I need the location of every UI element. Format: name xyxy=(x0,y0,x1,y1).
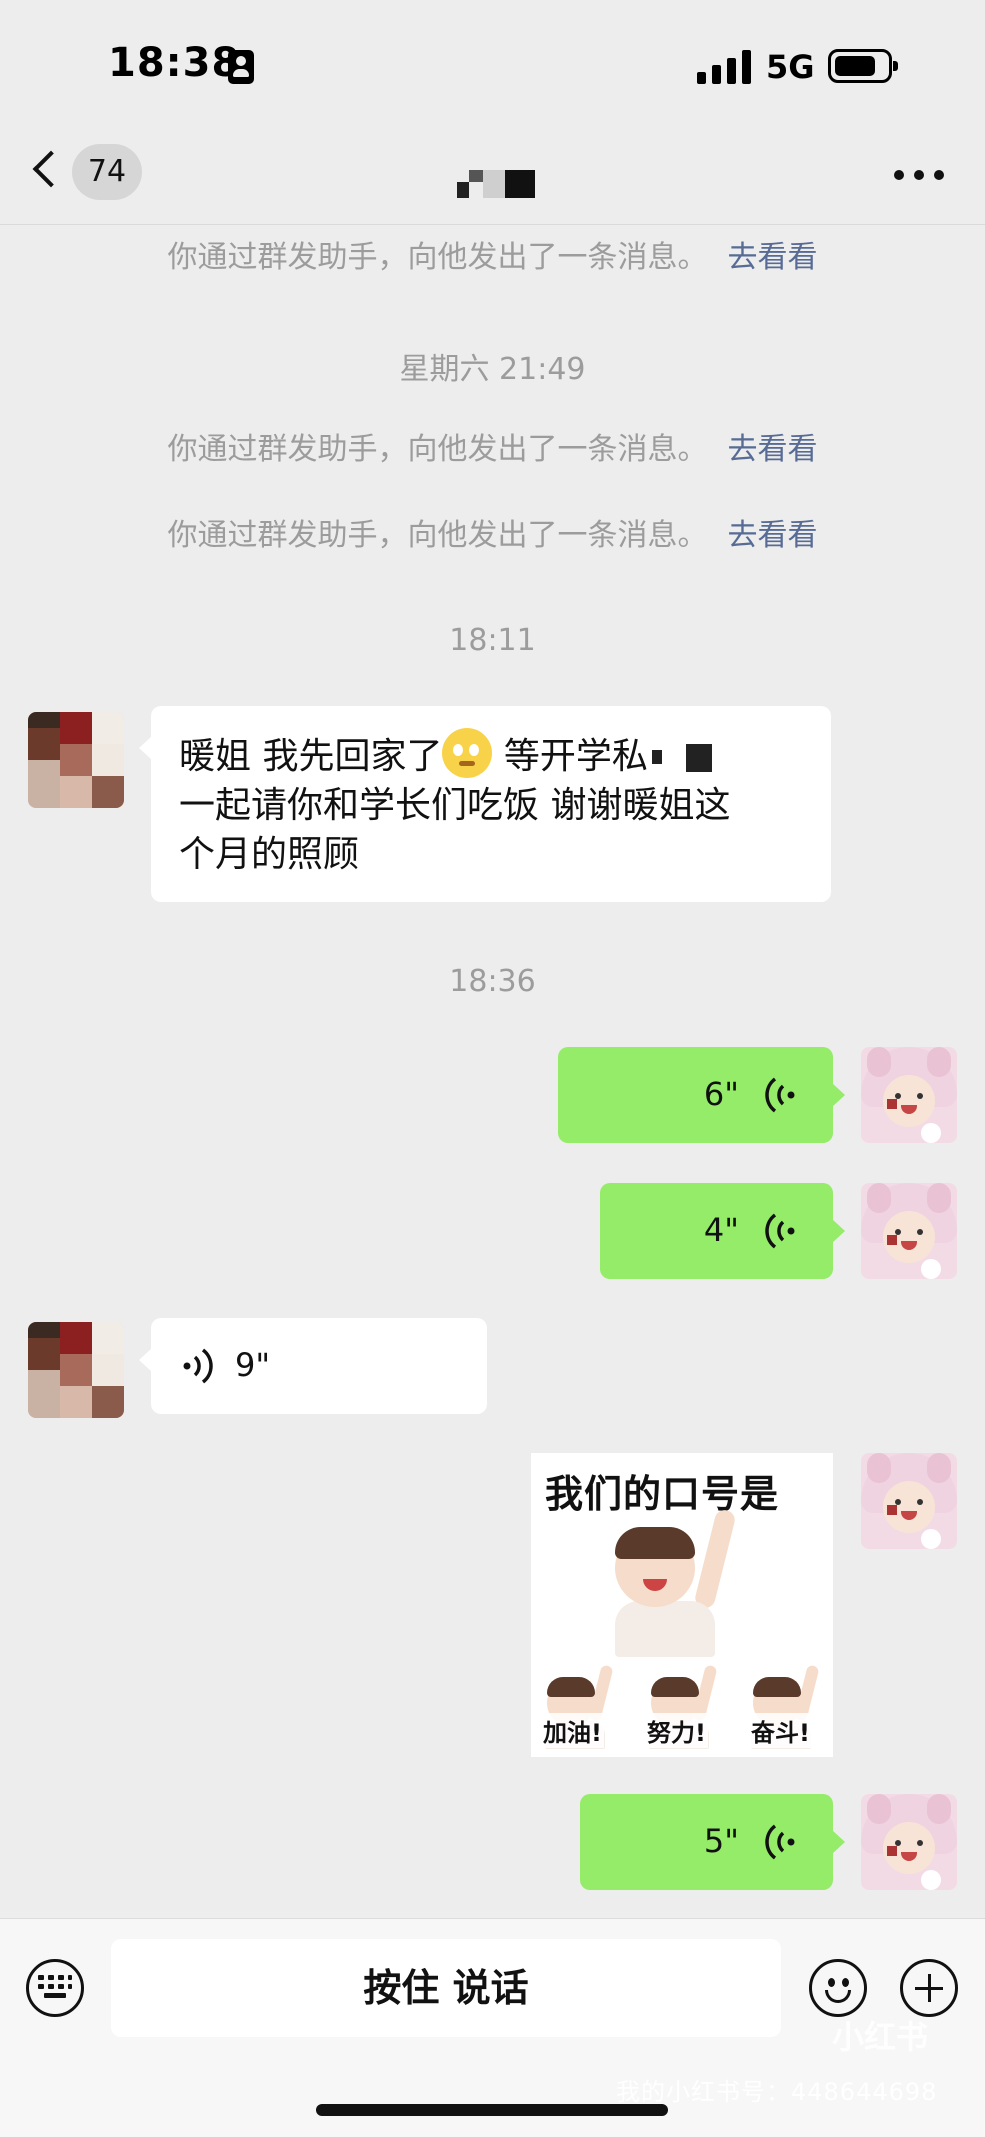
timestamp: 18:36 xyxy=(449,964,536,999)
redacted-text xyxy=(685,744,712,772)
my-avatar[interactable] xyxy=(861,1794,957,1890)
contact-avatar[interactable] xyxy=(28,712,124,808)
battery-icon xyxy=(828,49,898,83)
voice-wave-icon xyxy=(183,1348,213,1384)
baby-figure xyxy=(615,1508,745,1657)
more-options-icon[interactable] xyxy=(894,170,944,180)
system-note-text: 你通过群发助手，向他发出了一条消息。 xyxy=(167,240,708,275)
contact-avatar[interactable] xyxy=(28,1322,124,1418)
voice-wave-icon xyxy=(765,1213,795,1249)
view-link[interactable]: 去看看 xyxy=(728,518,818,553)
sticker-caption: 努力! xyxy=(645,1713,708,1748)
watermark-id: 我的小红书号：448644698 xyxy=(616,2078,938,2106)
timestamp: 18:11 xyxy=(449,623,536,658)
chat-title-redacted xyxy=(457,166,535,198)
keyboard-icon[interactable] xyxy=(26,1959,84,2017)
voice-wave-icon xyxy=(765,1077,795,1113)
voice-duration: 4" xyxy=(703,1211,739,1249)
chat-nav-bar: 74 xyxy=(0,110,985,225)
watermark-logo: 小红书 xyxy=(832,2018,929,2056)
voice-duration: 6" xyxy=(703,1075,739,1113)
status-time: 18:38 xyxy=(108,40,241,86)
sticker-image[interactable]: 我们的口号是 加油! 努力! 奋斗! xyxy=(531,1453,833,1757)
view-link[interactable]: 去看看 xyxy=(728,240,818,275)
my-avatar[interactable] xyxy=(861,1183,957,1279)
voice-duration: 5" xyxy=(703,1822,739,1860)
incoming-text-bubble[interactable]: 暖姐 我先回家了 等开学私 一起请你和学长们吃饭 谢谢暖姐这 个月的照顾 xyxy=(139,706,831,902)
redacted-text xyxy=(651,750,662,764)
contact-card-icon xyxy=(228,50,254,84)
plus-icon[interactable] xyxy=(900,1959,958,2017)
voice-wave-icon xyxy=(765,1824,795,1860)
voice-duration: 9" xyxy=(235,1346,271,1384)
system-note: 你通过群发助手，向他发出了一条消息。 去看看 xyxy=(0,510,985,554)
back-chevron-icon[interactable] xyxy=(32,150,70,188)
system-note-text: 你通过群发助手，向他发出了一条消息。 xyxy=(167,518,708,553)
outgoing-voice-bubble[interactable]: 5" xyxy=(580,1794,845,1890)
hold-to-talk-button[interactable]: 按住 说话 xyxy=(111,1939,781,2037)
network-type: 5G xyxy=(766,48,815,86)
my-avatar[interactable] xyxy=(861,1047,957,1143)
sticker-caption: 奋斗! xyxy=(749,1713,812,1748)
unread-count-badge[interactable]: 74 xyxy=(72,144,142,200)
incoming-voice-bubble[interactable]: 9" xyxy=(139,1318,487,1414)
sticker-caption: 加油! xyxy=(541,1713,604,1748)
timestamp: 星期六 21:49 xyxy=(399,352,586,387)
system-note-text: 你通过群发助手，向他发出了一条消息。 xyxy=(167,432,708,467)
outgoing-voice-bubble[interactable]: 6" xyxy=(558,1047,845,1143)
embarrassed-emoji-icon xyxy=(442,728,493,778)
view-link[interactable]: 去看看 xyxy=(728,432,818,467)
cellular-signal-icon xyxy=(697,50,751,84)
message-text: 暖姐 我先回家了 等开学私 一起请你和学长们吃饭 谢谢暖姐这 个月的照顾 xyxy=(179,728,803,879)
system-note: 你通过群发助手，向他发出了一条消息。 去看看 xyxy=(0,424,985,468)
my-avatar[interactable] xyxy=(861,1453,957,1549)
emoji-icon[interactable] xyxy=(809,1959,867,2017)
home-indicator[interactable] xyxy=(316,2104,668,2116)
system-note: 你通过群发助手，向他发出了一条消息。 去看看 xyxy=(0,232,985,276)
outgoing-voice-bubble[interactable]: 4" xyxy=(600,1183,845,1279)
